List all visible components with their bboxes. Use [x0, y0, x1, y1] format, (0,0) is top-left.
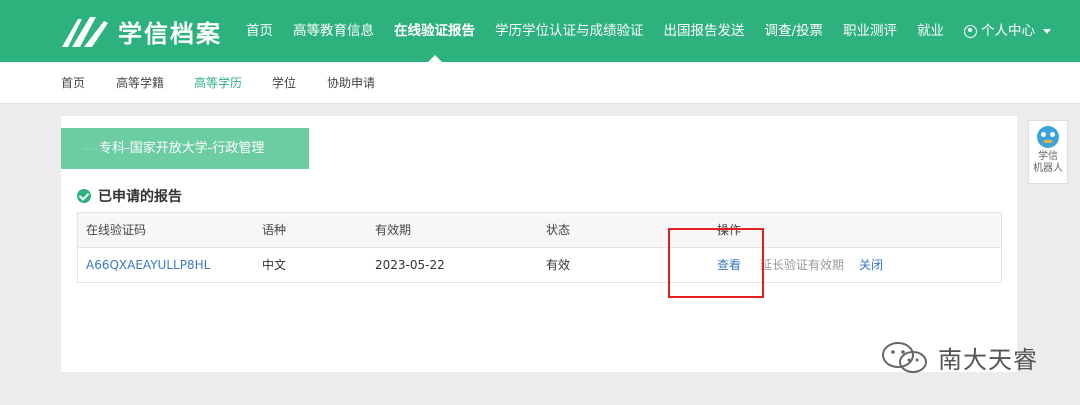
robot-label-line1: 学信	[1038, 151, 1058, 162]
tag-pattern-decoration: ~~~	[81, 142, 109, 155]
caret-down-icon	[1043, 28, 1052, 34]
nav-item-employment[interactable]: 就业	[907, 0, 954, 62]
subnav-item-degree[interactable]: 学位	[272, 62, 296, 104]
brand-name: 学信档案	[118, 19, 222, 48]
check-circle-icon	[77, 189, 91, 203]
robot-label-line2: 机器人	[1033, 163, 1063, 174]
nav-item-survey[interactable]: 调查/投票	[755, 0, 834, 62]
row-valid-until: 2023-05-22	[375, 258, 445, 272]
table-header: 在线验证码 语种 有效期 状态 操作	[78, 213, 1001, 248]
record-tag[interactable]: ~~~ 专科-国家开放大学-行政管理	[61, 128, 309, 169]
subnav-item-diploma[interactable]: 高等学历	[194, 62, 242, 104]
nav-item-career-test[interactable]: 职业测评	[833, 0, 907, 62]
report-card: ~~~ 专科-国家开放大学-行政管理 已申请的报告 在线验证码 语种 有效期 状…	[61, 116, 1017, 372]
user-icon	[964, 24, 978, 38]
subnav-item-enrollment[interactable]: 高等学籍	[116, 62, 164, 104]
header-status: 状态	[546, 223, 571, 237]
record-tag-label: 专科-国家开放大学-行政管理	[99, 141, 265, 156]
wechat-icon	[882, 341, 927, 373]
nav-item-home[interactable]: 首页	[236, 0, 283, 62]
section-title: 已申请的报告	[77, 186, 182, 206]
nav-item-overseas-report[interactable]: 出国报告发送	[654, 0, 755, 62]
logo-mark-icon	[62, 17, 108, 47]
nav-item-degree-verification[interactable]: 学历学位认证与成绩验证	[485, 0, 654, 62]
verification-code-link[interactable]: A66QXAEAYULLP8HL	[86, 248, 210, 282]
table-row: A66QXAEAYULLP8HL 中文 2023-05-22 有效 查看 延长验…	[78, 248, 1001, 282]
reports-table: 在线验证码 语种 有效期 状态 操作 A66QXAEAYULLP8HL 中文 2…	[77, 212, 1002, 283]
robot-icon	[1037, 126, 1059, 148]
sub-nav: 首页 高等学籍 高等学历 学位 协助申请	[0, 62, 1080, 104]
user-center-menu[interactable]: 个人中心	[954, 0, 1061, 62]
header-language: 语种	[262, 223, 287, 237]
nav-item-higher-education[interactable]: 高等教育信息	[283, 0, 384, 62]
top-bar: 学信档案 首页 高等教育信息 在线验证报告 学历学位认证与成绩验证 出国报告发送…	[0, 0, 1080, 62]
section-title-text: 已申请的报告	[98, 189, 182, 205]
user-center-label: 个人中心	[981, 23, 1036, 39]
extend-validity-button[interactable]: 延长验证有效期	[760, 248, 844, 282]
watermark: 南大天睿	[880, 340, 1038, 375]
header-valid-until: 有效期	[375, 223, 412, 237]
subnav-item-assist-apply[interactable]: 协助申请	[327, 62, 375, 104]
view-button[interactable]: 查看	[717, 248, 741, 282]
main-nav: 首页 高等教育信息 在线验证报告 学历学位认证与成绩验证 出国报告发送 调查/投…	[236, 0, 1061, 62]
header-actions: 操作	[717, 223, 742, 237]
row-language: 中文	[262, 258, 287, 272]
close-button[interactable]: 关闭	[859, 248, 883, 282]
header-code: 在线验证码	[86, 223, 147, 237]
robot-assistant-widget[interactable]: 学信 机器人	[1028, 120, 1068, 184]
nav-item-online-report[interactable]: 在线验证报告	[384, 0, 485, 62]
row-status: 有效	[546, 258, 571, 272]
logo[interactable]: 学信档案	[60, 12, 222, 50]
watermark-text: 南大天睿	[938, 346, 1038, 374]
subnav-item-home[interactable]: 首页	[61, 62, 85, 104]
